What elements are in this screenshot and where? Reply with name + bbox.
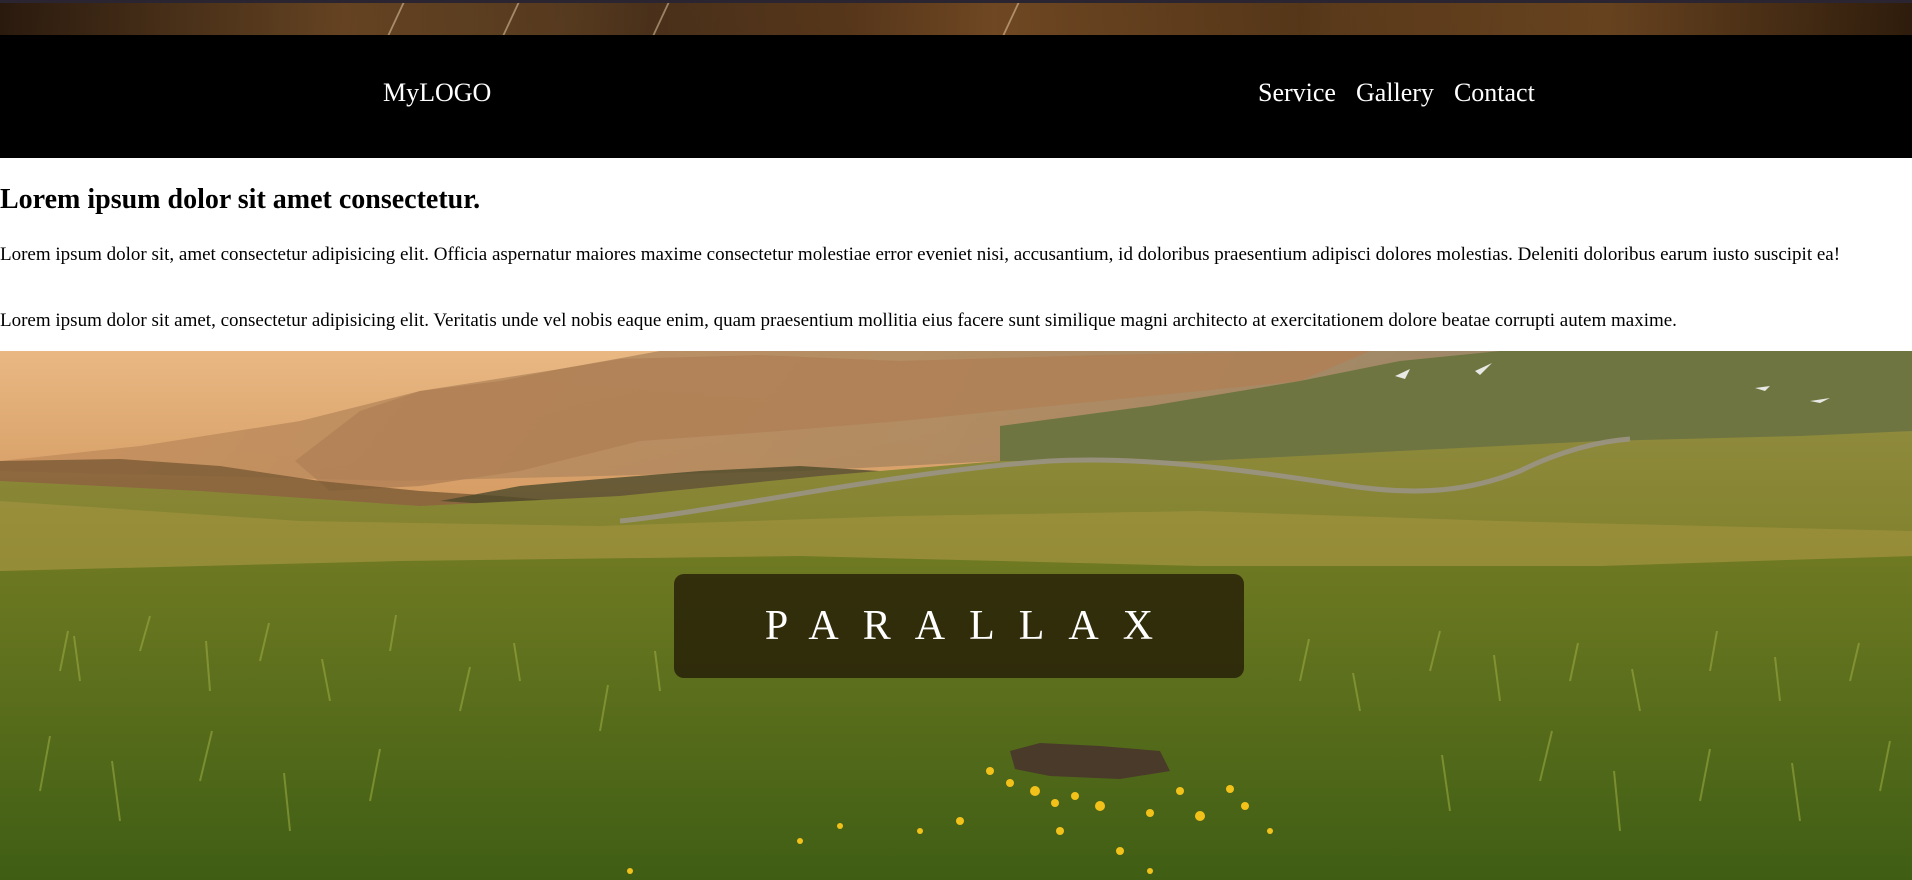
section-heading: Lorem ipsum dolor sit amet consectetur. bbox=[0, 184, 481, 215]
content-section: Lorem ipsum dolor sit amet consectetur. … bbox=[0, 158, 1912, 351]
paragraph-2: Lorem ipsum dolor sit amet, consectetur … bbox=[0, 310, 1677, 331]
nav-link-service[interactable]: Service bbox=[1258, 79, 1336, 107]
paragraph-1: Lorem ipsum dolor sit, amet consectetur … bbox=[0, 244, 1841, 265]
site-logo[interactable]: MyLOGO bbox=[383, 79, 491, 107]
nav-link-contact[interactable]: Contact bbox=[1454, 79, 1535, 107]
navbar: MyLOGO Service Gallery Contact bbox=[0, 35, 1912, 158]
parallax-title-box: PARALLAX bbox=[674, 574, 1244, 678]
parallax-hero: PARALLAX bbox=[0, 351, 1912, 880]
light-streak bbox=[1002, 3, 1020, 35]
light-streak bbox=[502, 3, 520, 35]
light-streak bbox=[387, 3, 405, 35]
previous-parallax-image-strip bbox=[0, 0, 1912, 35]
parallax-title: PARALLAX bbox=[764, 603, 1178, 649]
nav-links: Service Gallery Contact bbox=[1258, 79, 1535, 107]
light-streak bbox=[652, 3, 670, 35]
nav-link-gallery[interactable]: Gallery bbox=[1356, 79, 1434, 107]
